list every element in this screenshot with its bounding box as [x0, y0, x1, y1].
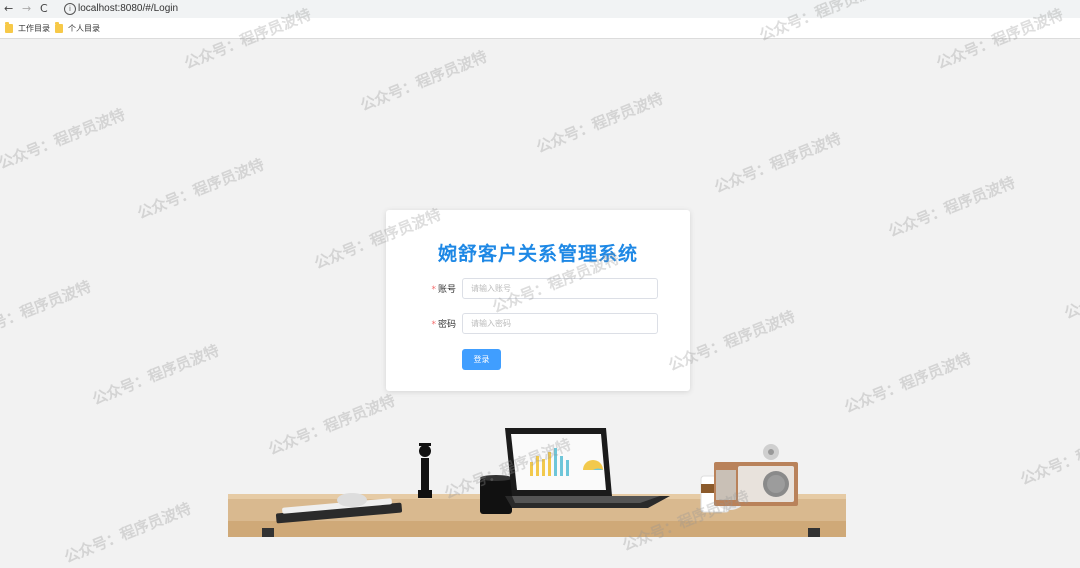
address-bar[interactable]	[58, 1, 1068, 17]
required-mark: *	[431, 320, 436, 330]
required-mark: *	[431, 285, 436, 295]
forward-arrow-icon[interactable]: →	[22, 2, 31, 16]
watermark-text: 公众号：程序员波特	[0, 277, 94, 345]
watermark-text: 公众号：程序员波特	[1017, 421, 1080, 489]
watermark-text: 公众号：程序员波特	[533, 89, 666, 157]
laptop-icon	[505, 428, 670, 508]
account-form-row: * 账号	[426, 278, 666, 300]
account-label-text: 账号	[437, 285, 456, 295]
watermark-text: 公众号：程序员波特	[89, 341, 222, 409]
reload-icon[interactable]: C	[40, 2, 48, 16]
chess-statue-icon	[418, 443, 432, 498]
password-input[interactable]	[462, 313, 658, 334]
radio-speaker-icon	[714, 444, 798, 506]
watermark-text: 公众号：程序员波特	[0, 105, 128, 173]
browser-chrome: ← → C i localhost:8080/#/Login 工作目录 个人目录	[0, 0, 1080, 39]
crumpled-paper-icon	[716, 490, 744, 510]
desk-top	[228, 494, 846, 524]
account-input[interactable]	[462, 278, 658, 299]
system-title: 婉舒客户关系管理系统	[437, 243, 638, 265]
watermark-text: 公众号：程序员波特	[134, 155, 267, 223]
watermark-text: 公众号：程序员波特	[1061, 255, 1080, 323]
folder-icon	[55, 21, 63, 33]
watermark-text: 公众号：程序员波特	[885, 173, 1018, 241]
watermark-text: 公众号：程序员波特	[61, 499, 194, 567]
book-icon	[275, 502, 403, 524]
password-label: * 密码	[426, 317, 456, 330]
folder-icon	[5, 21, 13, 33]
bookmark-label: 个人目录	[68, 23, 100, 33]
watermark-text: 公众号：程序员波特	[357, 47, 490, 115]
watermark-text: 公众号：程序员波特	[265, 391, 398, 459]
bookmark-label: 工作目录	[18, 23, 50, 33]
bookmark-personal-folder[interactable]: 个人目录	[55, 21, 100, 34]
black-mug-icon	[480, 475, 520, 514]
watermark-text: 公众号：程序员波特	[619, 487, 752, 555]
login-card: 婉舒客户关系管理系统 *账号 *密码 登录	[386, 210, 690, 391]
bookmark-work-folder[interactable]: 工作目录	[5, 21, 50, 34]
coffee-cup-icon	[700, 475, 730, 513]
bookmarks-bar: 工作目录 个人目录	[0, 19, 1080, 37]
password-label-text: 密码	[437, 320, 456, 330]
password-form-row: * 密码	[426, 313, 666, 335]
watermark-text: 公众号：程序员波特	[711, 129, 844, 197]
login-button[interactable]: 登录	[462, 349, 501, 370]
back-arrow-icon[interactable]: ←	[4, 2, 13, 16]
site-info-icon[interactable]: i	[64, 3, 76, 15]
url-text[interactable]: localhost:8080/#/Login	[78, 2, 178, 16]
account-label: * 账号	[426, 282, 456, 295]
watermark-text: 公众号：程序员波特	[441, 435, 574, 503]
browser-toolbar: ← → C i localhost:8080/#/Login	[0, 0, 1080, 18]
watermark-text: 公众号：程序员波特	[841, 349, 974, 417]
